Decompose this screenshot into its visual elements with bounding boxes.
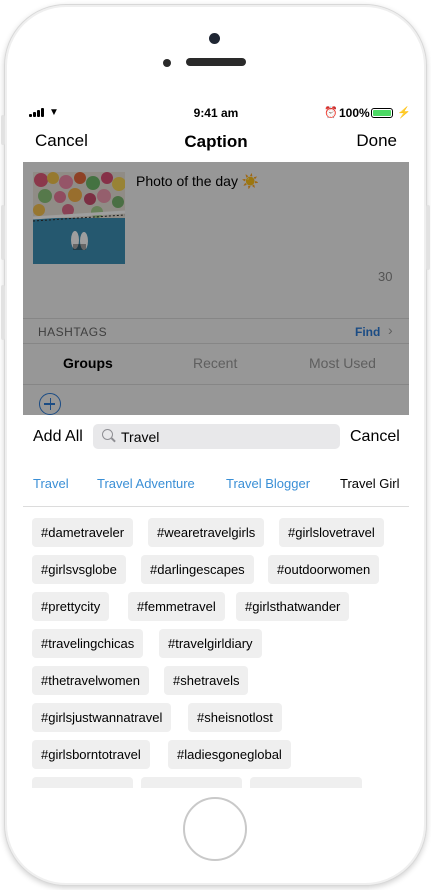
front-camera <box>209 33 220 44</box>
search-input-value[interactable]: Travel <box>121 429 159 445</box>
suggestion-travel-adventure[interactable]: Travel Adventure <box>97 476 195 491</box>
charging-icon: ⚡ <box>397 107 409 119</box>
hashtag-chip[interactable]: #travelingchicas <box>32 629 144 658</box>
hashtag-chip-partial[interactable] <box>32 777 133 788</box>
hashtag-chip[interactable]: #outdoorwomen <box>268 555 380 584</box>
suggestion-chips: Travel Travel Adventure Travel Blogger T… <box>23 466 409 507</box>
suggestion-travel-girl[interactable]: Travel Girl <box>340 476 399 491</box>
proximity-sensor <box>163 59 171 67</box>
suggestion-travel-blogger[interactable]: Travel Blogger <box>226 476 310 491</box>
hashtag-chip[interactable]: #girlslovetravel <box>279 518 384 547</box>
search-icon <box>102 429 113 440</box>
earpiece-speaker <box>186 58 246 66</box>
volume-down-button <box>1 285 5 340</box>
battery-icon <box>371 108 393 118</box>
hashtag-chip[interactable]: #ladiesgoneglobal <box>168 740 291 769</box>
volume-up-button <box>1 205 5 260</box>
hashtag-chip-partial[interactable] <box>141 777 242 788</box>
hashtag-chip[interactable]: #darlingescapes <box>141 555 254 584</box>
page-title: Caption <box>184 132 248 151</box>
add-all-button[interactable]: Add All <box>33 428 83 446</box>
done-button[interactable]: Done <box>356 131 397 151</box>
hashtag-chip[interactable]: #dametraveler <box>32 518 134 547</box>
home-button[interactable] <box>183 797 247 861</box>
suggestion-travel[interactable]: Travel <box>33 476 69 491</box>
hashtag-chip[interactable]: #sheisnotlost <box>188 703 282 732</box>
status-bar: ▼ 9:41 am ⏰ 100% ⚡ <box>23 102 409 122</box>
hashtag-chip[interactable]: #girlsjustwannatravel <box>32 703 172 732</box>
nav-bar: Cancel Caption Done <box>23 124 409 162</box>
battery-percent: 100% <box>339 106 370 120</box>
dim-overlay[interactable] <box>23 162 409 415</box>
hashtag-chip[interactable]: #travelgirldiary <box>159 629 262 658</box>
hashtag-chip[interactable]: #shetravels <box>164 666 249 695</box>
power-button <box>426 205 430 270</box>
hashtag-chip[interactable]: #femmetravel <box>128 592 225 621</box>
hashtag-chip[interactable]: #girlsborntotravel <box>32 740 150 769</box>
search-input[interactable]: Travel <box>93 424 340 449</box>
hashtag-chip[interactable]: #girlsvsglobe <box>32 555 126 584</box>
search-cancel-button[interactable]: Cancel <box>350 428 400 446</box>
hashtag-chip[interactable]: #girlsthatwander <box>236 592 350 621</box>
hashtag-chip[interactable]: #wearetravelgirls <box>148 518 265 547</box>
hashtag-chip[interactable]: #thetravelwomen <box>32 666 149 695</box>
silent-switch <box>1 115 5 145</box>
hashtag-chip[interactable]: #prettycity <box>32 592 110 621</box>
screen: ▼ 9:41 am ⏰ 100% ⚡ Cancel Caption Done P… <box>23 102 409 788</box>
search-bar: Add All Travel Cancel <box>23 415 409 457</box>
alarm-icon: ⏰ <box>324 107 338 119</box>
hashtag-chip-partial[interactable] <box>250 777 362 788</box>
